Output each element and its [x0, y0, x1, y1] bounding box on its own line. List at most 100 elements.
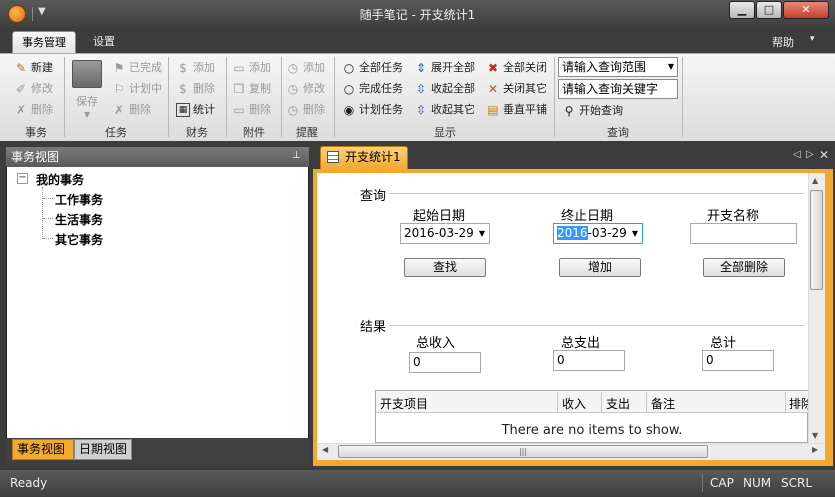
- completed-task-button[interactable]: ⚑ 已完成: [112, 58, 162, 78]
- start-date-picker[interactable]: 2016-03-29 ▼: [400, 223, 490, 244]
- total-expense-field[interactable]: 0: [553, 350, 625, 371]
- close-others-button[interactable]: ✕ 关闭其它: [486, 79, 547, 99]
- group-divider: [334, 57, 335, 137]
- total-income-field[interactable]: 0: [409, 352, 481, 373]
- column-header-item[interactable]: 开支项目: [380, 395, 428, 412]
- new-event-button[interactable]: ✎ 新建: [14, 58, 53, 78]
- tab-settings[interactable]: 设置: [84, 31, 124, 53]
- radio-unchecked-icon: ○: [343, 61, 355, 75]
- tile-vertical-button[interactable]: ▤ 垂直平铺: [486, 100, 547, 120]
- find-button[interactable]: 查找: [404, 258, 486, 277]
- group-label-attachments: 附件: [243, 126, 265, 139]
- scroll-right-icon[interactable]: ▶: [812, 445, 818, 454]
- column-header-notes[interactable]: 备注: [651, 395, 675, 412]
- close-all-button[interactable]: ✖ 全部关闭: [486, 58, 547, 78]
- tab-date-view[interactable]: 日期视图: [74, 439, 132, 460]
- result-section-title: 结果: [357, 316, 390, 335]
- column-header-expense[interactable]: 支出: [606, 395, 630, 412]
- group-label-query: 查询: [607, 126, 629, 139]
- tab-event-management[interactable]: 事务管理: [12, 31, 76, 53]
- new-document-icon: ✎: [15, 61, 27, 75]
- pin-icon[interactable]: ⊥: [292, 150, 301, 161]
- finance-statistics-button[interactable]: ▦ 统计: [176, 100, 215, 120]
- query-range-select[interactable]: 请输入查询范围 ▼: [558, 57, 678, 77]
- edit-event-button[interactable]: ✐ 修改: [14, 79, 53, 99]
- edit-reminder-button[interactable]: ◷ 修改: [286, 79, 325, 99]
- attachment-add-icon: ▭: [233, 61, 245, 75]
- clock-icon: ◷: [287, 82, 299, 96]
- add-reminder-button[interactable]: ◷ 添加: [286, 58, 325, 78]
- delete-attachment-button[interactable]: ▭ 删除: [232, 100, 271, 120]
- expand-icon: ⇕: [415, 61, 427, 75]
- expand-all-button[interactable]: ⇕ 展开全部: [414, 58, 475, 78]
- vertical-scroll-thumb[interactable]: [810, 190, 823, 290]
- add-button[interactable]: 增加: [559, 258, 641, 277]
- delete-reminder-button[interactable]: ◷ 删除: [286, 100, 325, 120]
- tree-root-my-events[interactable]: 我的事务: [36, 171, 84, 188]
- radio-planned-tasks[interactable]: ◉ 计划任务: [342, 100, 403, 120]
- scroll-tabs-right-icon[interactable]: ▷: [806, 149, 814, 160]
- column-divider[interactable]: [601, 392, 602, 412]
- query-keyword-input[interactable]: 请输入查询关键字: [558, 79, 678, 99]
- caps-lock-indicator: CAP: [710, 476, 734, 490]
- close-document-icon[interactable]: ✕: [819, 148, 829, 162]
- ribbon-tab-strip: [0, 28, 835, 53]
- column-divider[interactable]: [557, 392, 558, 412]
- scroll-up-icon[interactable]: ▲: [812, 176, 818, 185]
- tab-event-view[interactable]: 事务视图: [12, 439, 74, 460]
- group-divider: [64, 57, 65, 137]
- radio-all-tasks[interactable]: ○ 全部任务: [342, 58, 403, 78]
- tree-item-life[interactable]: 生活事务: [55, 211, 103, 228]
- minimize-button[interactable]: ▁: [729, 1, 755, 19]
- add-finance-button[interactable]: $ 添加: [176, 58, 215, 78]
- end-date-picker[interactable]: 2016-03-29 ▼: [553, 223, 643, 244]
- close-button[interactable]: ✕: [783, 1, 829, 19]
- window-title: 随手笔记 - 开支统计1: [359, 8, 476, 22]
- group-divider: [682, 57, 683, 137]
- column-header-income[interactable]: 收入: [562, 395, 586, 412]
- tree-item-work[interactable]: 工作事务: [55, 191, 103, 208]
- flag-icon: ⚑: [113, 61, 125, 75]
- edit-icon: ✐: [15, 82, 27, 96]
- save-task-button[interactable]: 保存: [76, 92, 98, 112]
- expense-name-input[interactable]: [690, 223, 797, 244]
- tree-collapse-icon[interactable]: −: [17, 173, 28, 184]
- collapse-others-button[interactable]: ⇳ 收起其它: [414, 100, 475, 120]
- scroll-tabs-left-icon[interactable]: ◁: [793, 149, 801, 160]
- total-income-label: 总收入: [416, 336, 456, 351]
- tree-item-other[interactable]: 其它事务: [55, 231, 103, 248]
- calculator-icon: ▦: [176, 103, 190, 117]
- delete-all-button[interactable]: 全部删除: [703, 258, 785, 277]
- help-menu[interactable]: 帮助: [772, 34, 794, 50]
- radio-completed-tasks[interactable]: ○ 完成任务: [342, 79, 403, 99]
- attachment-delete-icon: ▭: [233, 103, 245, 117]
- total-label: 总计: [710, 336, 737, 351]
- status-text: Ready: [10, 476, 48, 490]
- maximize-button[interactable]: □: [756, 1, 782, 19]
- delete-finance-button[interactable]: $ 删除: [176, 79, 215, 99]
- group-label-reminders: 提醒: [296, 126, 318, 139]
- column-header-exclude[interactable]: 排除: [789, 395, 808, 412]
- delete-task-button[interactable]: ✗ 删除: [112, 100, 151, 120]
- total-expense-label: 总支出: [561, 336, 601, 351]
- help-chevron-icon[interactable]: ▾: [810, 34, 815, 44]
- fieldset-border: [356, 193, 804, 194]
- save-dropdown-icon[interactable]: ▼: [84, 110, 90, 119]
- scroll-down-icon[interactable]: ▼: [812, 431, 818, 440]
- group-divider: [554, 57, 555, 137]
- copy-attachment-button[interactable]: ❐ 复制: [232, 79, 271, 99]
- status-divider: [702, 474, 703, 492]
- column-divider[interactable]: [646, 392, 647, 412]
- delete-event-button[interactable]: ✗ 删除: [14, 100, 53, 120]
- planned-task-button[interactable]: ⚐ 计划中: [112, 79, 162, 99]
- collapse-all-button[interactable]: ⇳ 收起全部: [414, 79, 475, 99]
- scroll-left-icon[interactable]: ◀: [322, 445, 328, 454]
- total-field[interactable]: 0: [702, 350, 774, 371]
- group-label-display: 显示: [434, 126, 456, 139]
- column-divider[interactable]: [785, 392, 786, 412]
- grid-header: [376, 391, 808, 413]
- tree-connector: [43, 218, 53, 219]
- horizontal-scroll-thumb[interactable]: |||: [338, 445, 708, 458]
- start-query-button[interactable]: ⚲ 开始查询: [562, 101, 623, 121]
- add-attachment-button[interactable]: ▭ 添加: [232, 58, 271, 78]
